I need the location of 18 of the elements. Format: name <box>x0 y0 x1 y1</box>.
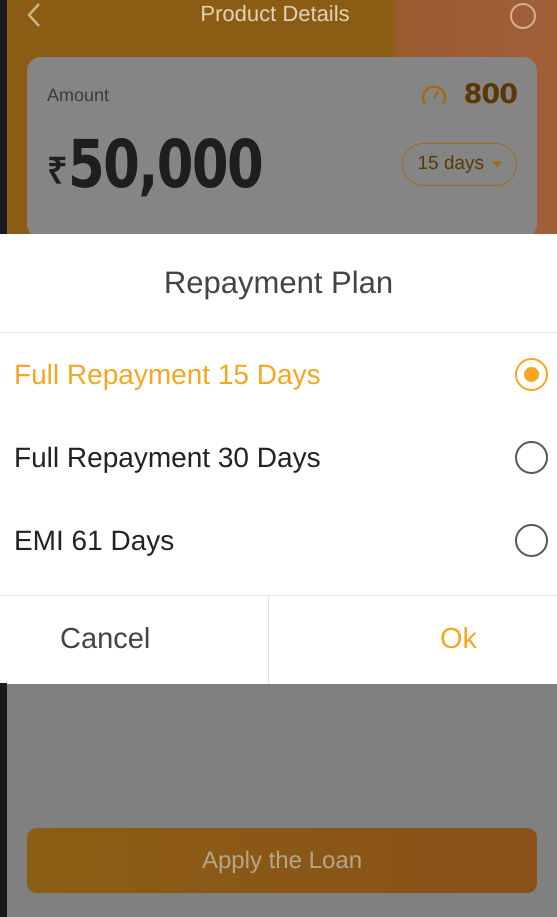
currency-symbol: ₹ <box>47 148 68 192</box>
back-icon[interactable] <box>27 2 41 28</box>
help-icon[interactable] <box>509 2 537 30</box>
plan-option[interactable]: EMI 61 Days <box>0 499 557 582</box>
amount-label: Amount <box>47 84 110 107</box>
gauge-icon <box>420 83 448 108</box>
credit-score: 800 <box>464 78 517 112</box>
radio-button[interactable] <box>515 441 548 474</box>
loan-amount: 50,000 <box>68 132 262 198</box>
radio-button[interactable] <box>515 524 548 557</box>
radio-button[interactable] <box>515 358 548 391</box>
plan-option[interactable]: Full Repayment 30 Days <box>0 416 557 499</box>
page-title: Product Details <box>200 2 350 26</box>
term-dropdown[interactable]: 15 days <box>402 143 517 186</box>
dialog-title: Repayment Plan <box>0 234 557 333</box>
apply-loan-button[interactable]: Apply the Loan <box>27 828 537 893</box>
caret-icon <box>492 161 502 168</box>
plan-option[interactable]: Full Repayment 15 Days <box>0 333 557 416</box>
